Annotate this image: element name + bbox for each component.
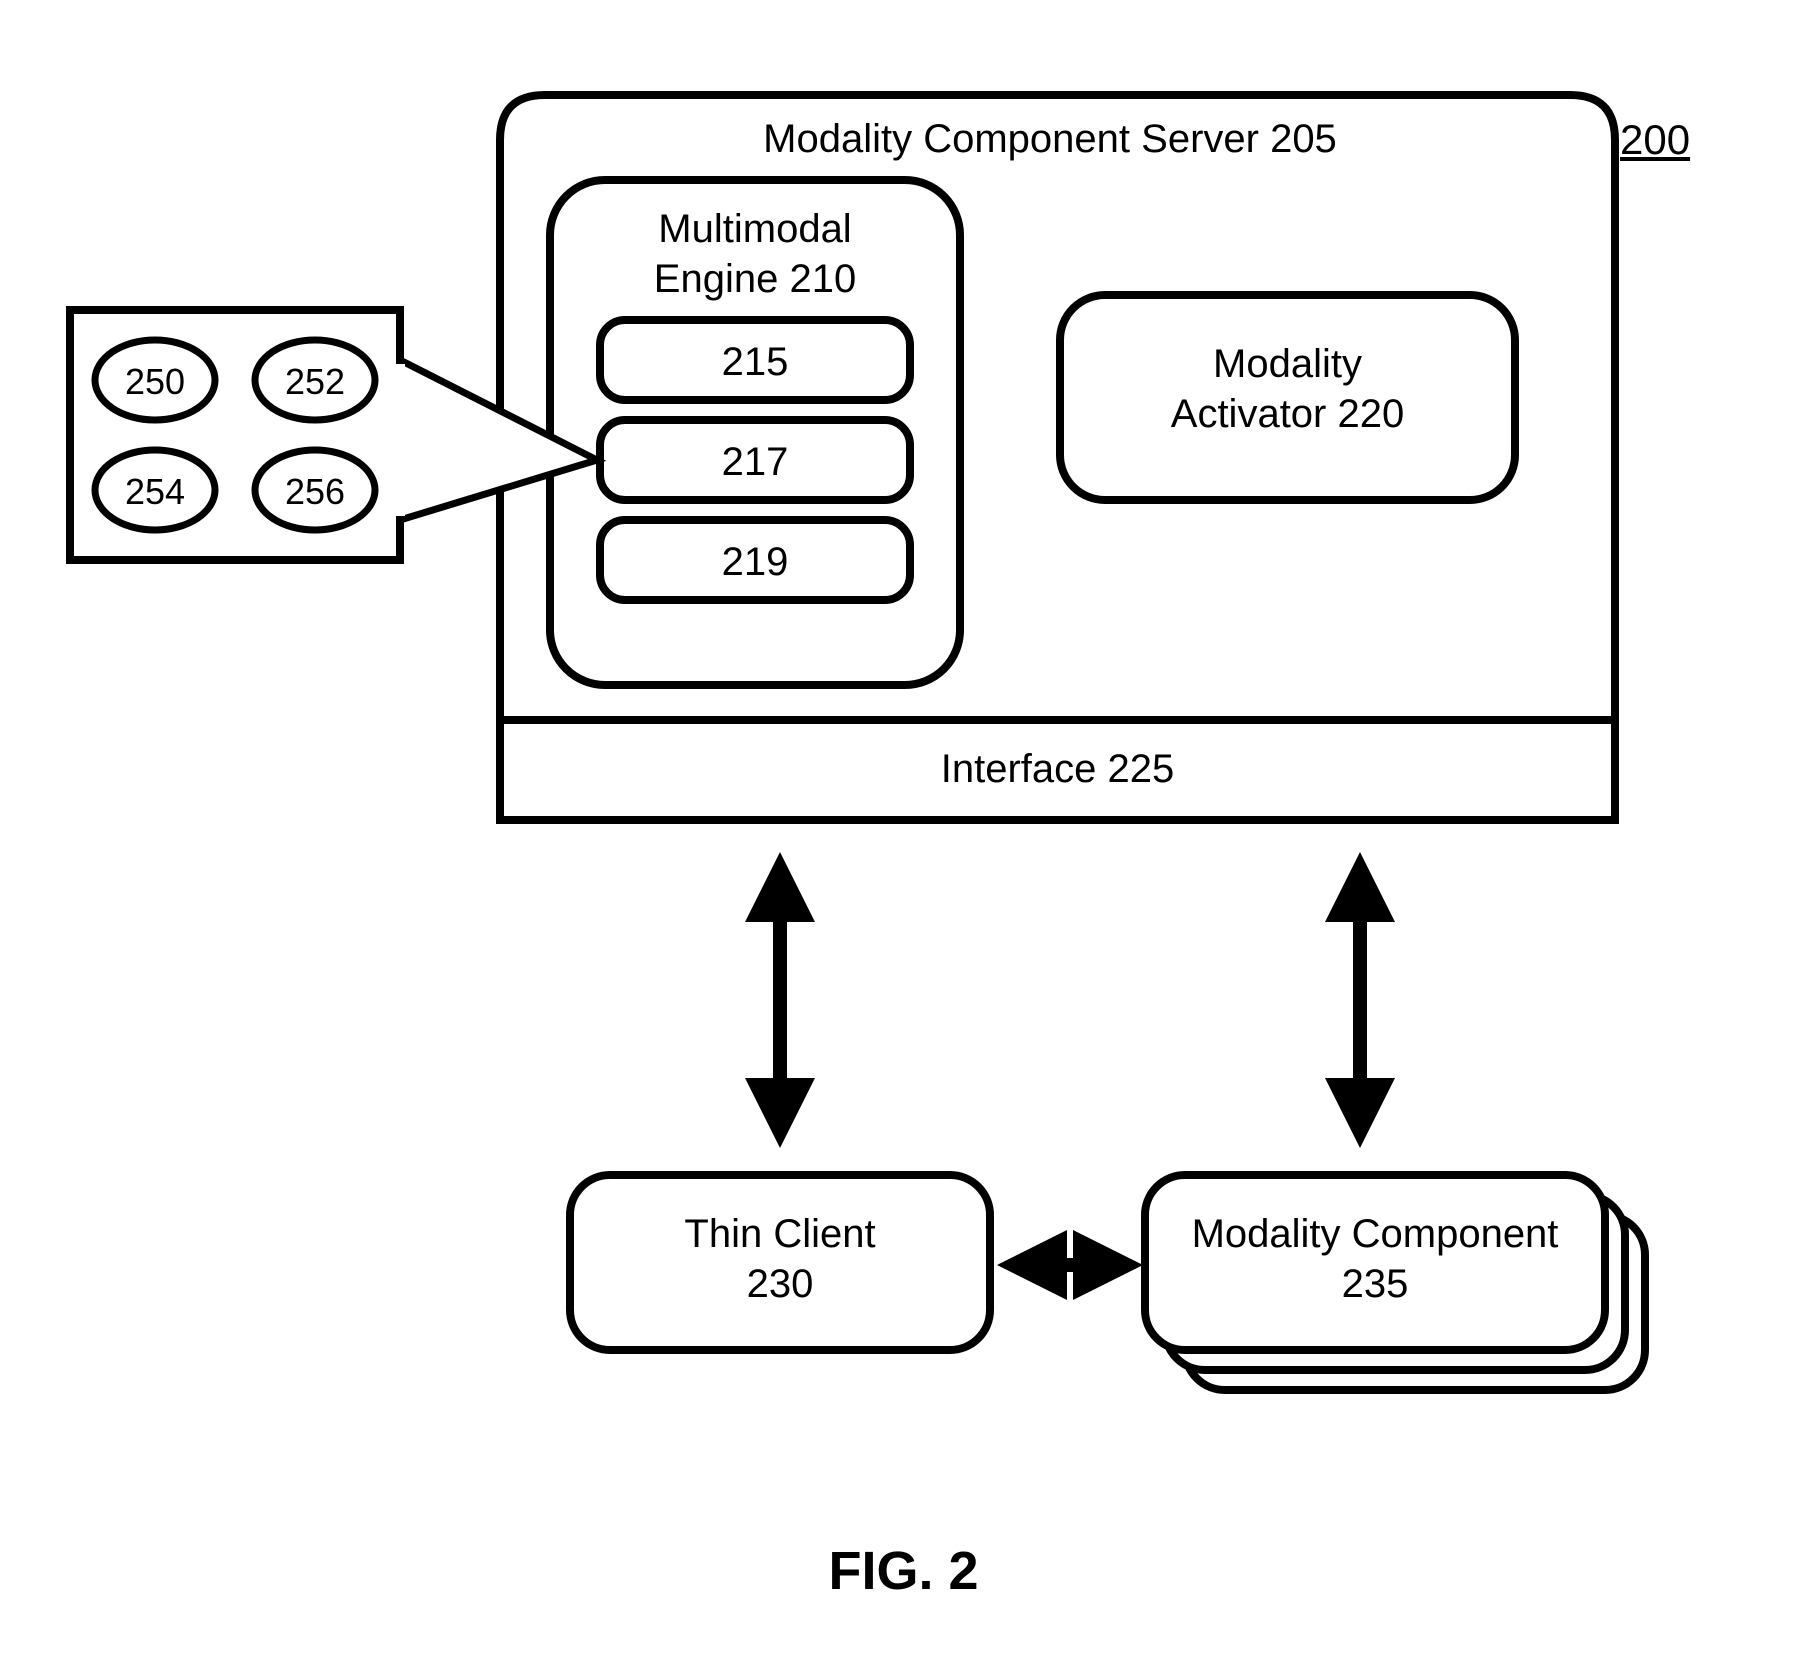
modality-component-line1: Modality Component	[1145, 1210, 1605, 1258]
engine-block-215-label: 215	[600, 338, 910, 386]
activator-line2: Activator 220	[1060, 390, 1515, 438]
thin-client-line1: Thin Client	[570, 1210, 990, 1258]
figure-number: 200	[1620, 115, 1690, 165]
thin-client-line2: 230	[570, 1260, 990, 1308]
interface-label: Interface 225	[500, 745, 1615, 793]
engine-title-line1: Multimodal	[600, 205, 910, 253]
callout-250-label: 250	[115, 360, 195, 403]
engine-block-219-label: 219	[600, 538, 910, 586]
callout-252-label: 252	[275, 360, 355, 403]
activator-line1: Modality	[1060, 340, 1515, 388]
engine-block-217-label: 217	[600, 438, 910, 486]
engine-title-line2: Engine 210	[600, 255, 910, 303]
callout-254-label: 254	[115, 470, 195, 513]
figure-caption: FIG. 2	[0, 1540, 1807, 1602]
modality-component-line2: 235	[1145, 1260, 1605, 1308]
server-title: Modality Component Server 205	[700, 115, 1400, 163]
callout-256-label: 256	[275, 470, 355, 513]
